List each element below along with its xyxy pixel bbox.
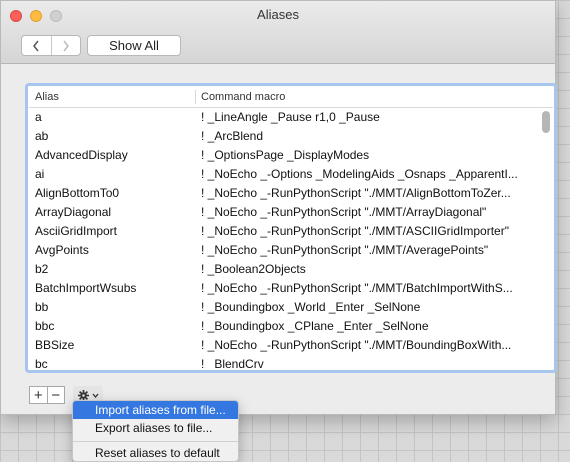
gear-icon <box>77 389 89 401</box>
alias-cell: BatchImportWsubs <box>35 281 137 295</box>
alias-cell: AsciiGridImport <box>35 224 118 238</box>
menu-item-export-aliases[interactable]: Export aliases to file... <box>73 419 238 437</box>
command-macro-cell: ! _NoEcho _-RunPythonScript "./MMT/ASCII… <box>201 224 509 238</box>
table-scrollbar[interactable] <box>542 111 550 133</box>
alias-cell: ai <box>35 167 45 181</box>
title-bar: Aliases Show All <box>1 1 555 64</box>
table-row[interactable]: AlignBottomTo0 ! _NoEcho _-RunPythonScrip… <box>29 184 539 203</box>
chevron-right-icon <box>63 40 69 51</box>
command-macro-cell: ! _NoEcho _-RunPythonScript "./MMT/Batch… <box>201 281 513 295</box>
table-row[interactable]: ab ! _ArcBlend <box>29 127 539 146</box>
table-header: Alias Command macro <box>29 87 553 108</box>
column-divider <box>195 90 196 104</box>
column-header-command-macro[interactable]: Command macro <box>201 91 285 103</box>
command-macro-cell: ! _NoEcho _-RunPythonScript "./MMT/Bound… <box>201 338 512 352</box>
alias-cell: b2 <box>35 262 49 276</box>
alias-cell: bbc <box>35 319 55 333</box>
aliases-table[interactable]: Alias Command macro a ! _LineAngle _Pause… <box>25 83 557 373</box>
table-row[interactable]: BatchImportWsubs ! _NoEcho _-RunPythonScr… <box>29 279 539 298</box>
table-row[interactable]: ArrayDiagonal ! _NoEcho _-RunPythonScript… <box>29 203 539 222</box>
nav-back-forward-group <box>21 35 81 56</box>
gear-dropdown-menu: Import aliases from file... Export alias… <box>72 400 239 462</box>
command-macro-cell: ! _NoEcho _-Options _ModelingAids _Osnap… <box>201 167 518 181</box>
table-row[interactable]: bb ! _Boundingbox _World _Enter _SelNone <box>29 298 539 317</box>
command-macro-cell: ! _LineAngle _Pause r1,0 _Pause <box>201 110 380 124</box>
show-all-button[interactable]: Show All <box>87 35 181 56</box>
table-row[interactable]: AvgPoints ! _NoEcho _-RunPythonScript "./… <box>29 241 539 260</box>
table-rows: a ! _LineAngle _Pause r1,0 _Pauseab ! _Arc… <box>29 108 539 369</box>
table-row[interactable]: BBSize ! _NoEcho _-RunPythonScript "./MMT… <box>29 336 539 355</box>
table-row[interactable]: a ! _LineAngle _Pause r1,0 _Pause <box>29 108 539 127</box>
menu-item-import-aliases[interactable]: Import aliases from file... <box>73 401 238 419</box>
alias-cell: a <box>35 110 42 124</box>
table-row[interactable]: b2 ! _Boolean2Objects <box>29 260 539 279</box>
table-row[interactable]: AdvancedDisplay ! _OptionsPage _DisplayMo… <box>29 146 539 165</box>
alias-cell: AvgPoints <box>35 243 89 257</box>
table-row[interactable]: bc ! _BlendCrv <box>29 355 539 369</box>
alias-cell: BBSize <box>35 338 75 352</box>
alias-cell: AlignBottomTo0 <box>35 186 120 200</box>
menu-separator <box>73 441 238 442</box>
forward-button[interactable] <box>52 36 81 55</box>
command-macro-cell: ! _Boolean2Objects <box>201 262 306 276</box>
add-alias-button[interactable]: + <box>30 387 47 403</box>
table-row[interactable]: bbc ! _Boundingbox _CPlane _Enter _SelNon… <box>29 317 539 336</box>
aliases-window: Aliases Show All Alias Command macro a !… <box>0 0 557 415</box>
command-macro-cell: ! _NoEcho _-RunPythonScript "./MMT/Align… <box>201 186 511 200</box>
chevron-left-icon <box>33 40 39 51</box>
alias-cell: bb <box>35 300 49 314</box>
column-header-alias[interactable]: Alias <box>35 91 59 103</box>
table-row[interactable]: AsciiGridImport ! _NoEcho _-RunPythonScri… <box>29 222 539 241</box>
alias-cell: ArrayDiagonal <box>35 205 112 219</box>
command-macro-cell: ! _OptionsPage _DisplayModes <box>201 148 370 162</box>
chevron-down-icon <box>92 393 98 398</box>
remove-alias-button[interactable]: − <box>48 387 65 403</box>
command-macro-cell: ! _NoEcho _-RunPythonScript "./MMT/Avera… <box>201 243 489 257</box>
command-macro-cell: ! _Boundingbox _CPlane _Enter _SelNone <box>201 319 429 333</box>
command-macro-cell: ! _NoEcho _-RunPythonScript "./MMT/Array… <box>201 205 487 219</box>
alias-cell: AdvancedDisplay <box>35 148 128 162</box>
alias-cell: ab <box>35 129 49 143</box>
back-button[interactable] <box>22 36 51 55</box>
aliases-table-body-container: Alias Command macro a ! _LineAngle _Pause… <box>29 87 553 369</box>
command-macro-cell: ! _ArcBlend <box>201 129 264 143</box>
menu-item-reset-aliases[interactable]: Reset aliases to default <box>73 444 238 461</box>
table-row[interactable]: ai ! _NoEcho _-Options _ModelingAids _Osn… <box>29 165 539 184</box>
add-remove-group: + − <box>29 386 65 404</box>
window-title: Aliases <box>257 7 299 22</box>
command-macro-cell: ! _Boundingbox _World _Enter _SelNone <box>201 300 421 314</box>
alias-cell: bc <box>35 357 48 369</box>
command-macro-cell: ! _BlendCrv <box>201 357 264 369</box>
